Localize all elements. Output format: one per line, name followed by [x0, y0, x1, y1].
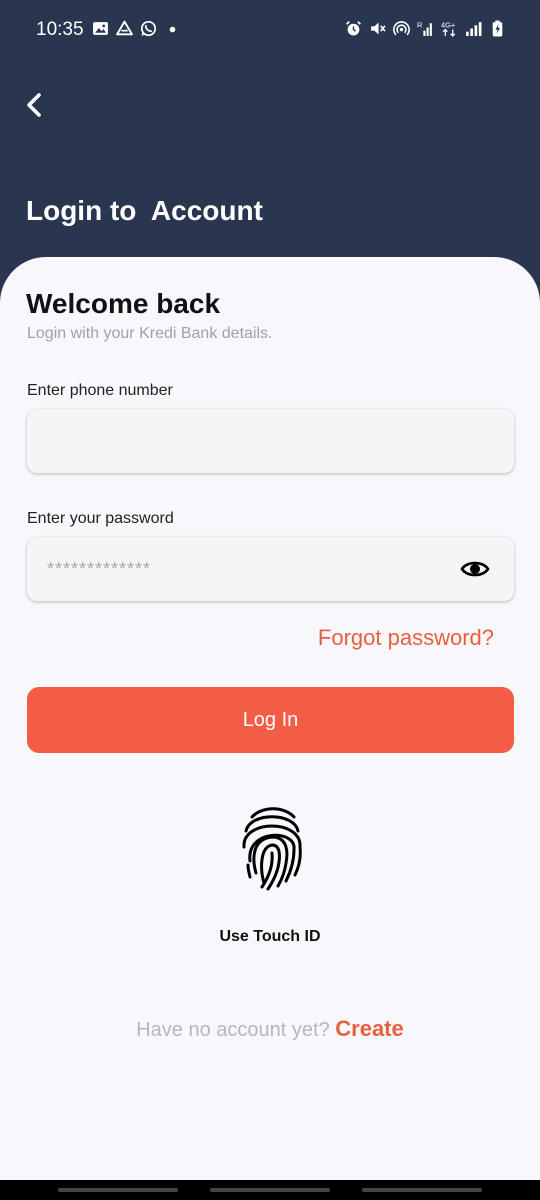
nav-back-handle[interactable]	[362, 1188, 482, 1192]
alarm-icon	[345, 20, 362, 36]
drive-icon	[116, 20, 133, 36]
signup-row: Have no account yet? Create	[0, 1016, 540, 1042]
welcome-subtitle: Login with your Kredi Bank details.	[27, 325, 273, 342]
image-icon	[93, 22, 108, 35]
whatsapp-icon	[140, 20, 157, 37]
svg-text:4G+: 4G+	[441, 20, 455, 29]
hotspot-icon	[393, 21, 410, 36]
signal-icon	[466, 22, 482, 36]
password-label: Enter your password	[27, 510, 174, 527]
status-bar: 10:35 R 4G+	[0, 0, 540, 60]
navigation-bar	[0, 1180, 540, 1200]
battery-charging-icon	[492, 20, 503, 37]
create-account-link[interactable]: Create	[335, 1016, 403, 1041]
signal-r-icon: R	[417, 20, 432, 36]
login-button[interactable]: Log In	[27, 687, 514, 753]
status-right-icons: R 4G+	[345, 20, 506, 37]
phone-label: Enter phone number	[27, 382, 173, 399]
mute-icon	[371, 22, 386, 35]
network-4g-icon: 4G+	[441, 20, 456, 37]
header	[0, 60, 540, 260]
nav-recents-handle[interactable]	[58, 1188, 178, 1192]
status-time: 10:35	[36, 19, 84, 40]
password-input[interactable]	[27, 537, 514, 601]
back-button[interactable]	[20, 88, 50, 122]
welcome-heading: Welcome back	[26, 288, 221, 319]
page-title: Login to Account	[26, 195, 263, 226]
forgot-password-link[interactable]: Forgot password?	[318, 625, 494, 651]
phone-input[interactable]	[27, 409, 514, 473]
touch-id-label: Use Touch ID	[219, 928, 321, 945]
svg-text:R: R	[417, 20, 423, 29]
status-left-icons	[92, 20, 181, 37]
signup-prompt: Have no account yet?	[136, 1019, 330, 1041]
nav-home-handle[interactable]	[210, 1188, 330, 1192]
chevron-left-icon	[27, 93, 41, 117]
eye-icon[interactable]	[460, 557, 490, 581]
fingerprint-icon[interactable]	[240, 803, 304, 891]
dot-icon	[169, 26, 176, 33]
